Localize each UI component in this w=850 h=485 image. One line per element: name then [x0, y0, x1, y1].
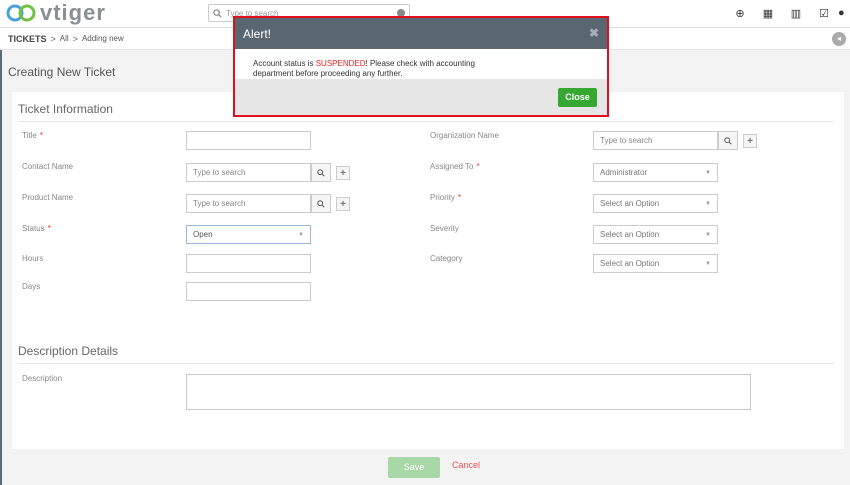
modal-message: Account status is SUSPENDED! Please chec…: [253, 59, 493, 79]
close-icon[interactable]: ✖: [589, 26, 599, 40]
message-line2: department before proceeding any further…: [253, 69, 403, 78]
modal-footer: Close: [235, 79, 607, 115]
message-suffix: ! Please check with accounting: [365, 59, 475, 68]
message-prefix: Account status is: [253, 59, 316, 68]
alert-modal: Alert! ✖ Account status is SUSPENDED! Pl…: [233, 16, 609, 117]
modal-header: Alert! ✖: [235, 18, 607, 49]
modal-title: Alert!: [243, 27, 272, 41]
suspended-status: SUSPENDED: [315, 59, 366, 68]
modal-overlay: Alert! ✖ Account status is SUSPENDED! Pl…: [0, 0, 850, 485]
close-button[interactable]: Close: [558, 88, 597, 107]
